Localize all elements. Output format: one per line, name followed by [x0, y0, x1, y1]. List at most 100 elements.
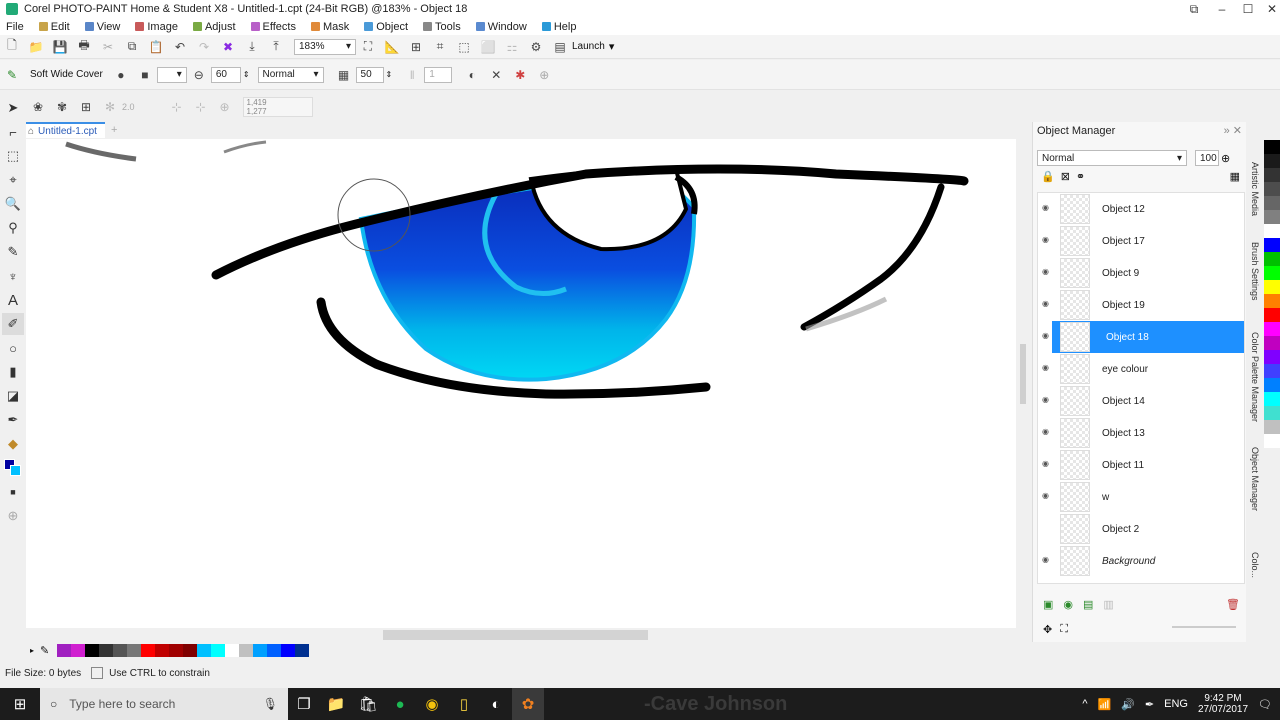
- pick-tool-icon[interactable]: ➤: [2, 97, 24, 119]
- new-group-icon[interactable]: ▤: [1083, 598, 1093, 611]
- color-strip-swatch[interactable]: [1264, 336, 1280, 350]
- clone-tool-icon[interactable]: ♆: [2, 265, 24, 287]
- square-nib-icon[interactable]: ■: [135, 65, 155, 85]
- eyedropper-icon[interactable]: ⚲: [2, 217, 24, 239]
- palette-swatch[interactable]: [267, 644, 282, 657]
- round-nib-icon[interactable]: ●: [111, 65, 131, 85]
- color-strip-swatch[interactable]: [1264, 154, 1280, 168]
- object-merge-mode-select[interactable]: Normal ▾: [1037, 150, 1187, 166]
- corel-connect-icon[interactable]: ✖: [218, 37, 238, 57]
- task-view-icon[interactable]: ❐: [288, 688, 320, 720]
- combine-icon[interactable]: ▥: [1103, 598, 1113, 611]
- menu-help[interactable]: Help: [536, 21, 586, 33]
- open-icon[interactable]: 📁: [26, 37, 46, 57]
- tab-brush-settings[interactable]: Brush Settings: [1248, 242, 1260, 301]
- color-strip-swatch[interactable]: [1264, 406, 1280, 420]
- taskbar-search[interactable]: ○ Type here to search 🎙: [40, 688, 288, 720]
- palette-swatch[interactable]: [85, 644, 100, 657]
- menu-adjust[interactable]: Adjust: [187, 21, 245, 33]
- color-strip-swatch[interactable]: [1264, 308, 1280, 322]
- notifications-icon[interactable]: 🗨: [1258, 698, 1272, 711]
- palette-swatch[interactable]: [71, 644, 86, 657]
- palette-swatch[interactable]: [197, 644, 212, 657]
- obs-icon[interactable]: ◐: [480, 688, 512, 720]
- add-tab-icon[interactable]: +: [111, 124, 117, 136]
- distribute-icon[interactable]: ⊹: [191, 97, 211, 117]
- redo-icon[interactable]: ↷: [194, 37, 214, 57]
- swap-colors-icon[interactable]: ■: [2, 481, 24, 503]
- color-strip-swatch[interactable]: [1264, 420, 1280, 434]
- horizontal-scrollbar[interactable]: [26, 628, 1030, 642]
- print-icon[interactable]: 🖶: [74, 37, 94, 57]
- menu-image[interactable]: Image: [129, 21, 187, 33]
- opacity-slider-icon[interactable]: ⊕: [1221, 152, 1230, 165]
- tab-untitled-1[interactable]: ⌂ Untitled-1.cpt: [24, 122, 105, 138]
- mask-marquee-icon[interactable]: ⬜: [478, 37, 498, 57]
- pan-icon[interactable]: ✥: [1043, 623, 1052, 636]
- gear-icon[interactable]: ⚙: [526, 37, 546, 57]
- fit-icon[interactable]: ⛶: [1060, 623, 1068, 636]
- color-strip-swatch[interactable]: [1264, 392, 1280, 406]
- palette-swatch[interactable]: [239, 644, 254, 657]
- text-tool-icon[interactable]: A: [2, 289, 24, 311]
- layer-row[interactable]: ◉ eye colour: [1038, 353, 1244, 385]
- launch-label[interactable]: Launch: [572, 41, 605, 52]
- zoom-combo[interactable]: 183% ▾: [294, 38, 356, 55]
- collapse-icon[interactable]: » ✕: [1224, 124, 1242, 137]
- color-strip-swatch[interactable]: [1264, 238, 1280, 252]
- microphone-icon[interactable]: 🎙: [263, 697, 278, 711]
- copy-icon[interactable]: ⧉: [122, 37, 142, 57]
- stroke-count-input[interactable]: 1: [424, 66, 453, 83]
- nib-size-stepper[interactable]: ⇕: [243, 70, 250, 79]
- visibility-eye-icon[interactable]: ◉: [1042, 427, 1054, 436]
- palette-swatch[interactable]: [211, 644, 226, 657]
- clip-mask-icon[interactable]: ⊠: [1061, 170, 1070, 183]
- palette-swatch[interactable]: [113, 644, 128, 657]
- visibility-eye-icon[interactable]: ◉: [1042, 299, 1054, 308]
- grid-icon[interactable]: ⊞: [406, 37, 426, 57]
- corel-icon[interactable]: ✿: [512, 688, 544, 720]
- palette-swatch[interactable]: [141, 644, 156, 657]
- thumbnail-size-slider[interactable]: [1172, 626, 1236, 628]
- paste-icon[interactable]: 📋: [146, 37, 166, 57]
- layer-row[interactable]: ◉ Object 18: [1042, 321, 1244, 353]
- launch-icon[interactable]: ▤: [550, 37, 570, 57]
- palette-swatch[interactable]: [295, 644, 310, 657]
- menu-tools[interactable]: Tools: [417, 21, 470, 33]
- export-icon[interactable]: ⤒: [266, 37, 286, 57]
- palette-scroll-left-icon[interactable]: ▸: [30, 646, 34, 655]
- layer-row[interactable]: ◉ Object 13: [1038, 417, 1244, 449]
- visibility-eye-icon[interactable]: ◉: [1042, 459, 1054, 468]
- add-tool-icon[interactable]: ⊕: [2, 505, 24, 527]
- tray-chevron-icon[interactable]: ^: [1082, 698, 1087, 710]
- menu-view[interactable]: View: [79, 21, 130, 33]
- file-explorer-icon[interactable]: 📁: [320, 688, 352, 720]
- lens-icon[interactable]: ✻: [100, 97, 120, 117]
- color-strip-swatch[interactable]: [1264, 378, 1280, 392]
- effect-tool-icon[interactable]: ◪: [2, 385, 24, 407]
- color-strip-swatch[interactable]: [1264, 210, 1280, 224]
- layer-row[interactable]: ◉ Object 12: [1038, 193, 1244, 225]
- undo-icon[interactable]: ↶: [170, 37, 190, 57]
- cut-icon[interactable]: ✂: [98, 37, 118, 57]
- stylus-settings-icon[interactable]: ✕: [486, 65, 506, 85]
- tab-object-manager[interactable]: Object Manager: [1248, 447, 1260, 511]
- color-strip-swatch[interactable]: [1264, 196, 1280, 210]
- color-strip-swatch[interactable]: [1264, 140, 1280, 154]
- tab-color[interactable]: Colo...: [1248, 552, 1260, 578]
- tab-artistic-media[interactable]: Artistic Media: [1248, 162, 1260, 216]
- windows-start-icon[interactable]: ⊞: [0, 688, 40, 720]
- menu-mask[interactable]: Mask: [305, 21, 358, 33]
- snap-icon[interactable]: ⬚: [454, 37, 474, 57]
- layer-row[interactable]: ◉ Object 17: [1038, 225, 1244, 257]
- color-strip-swatch[interactable]: [1264, 266, 1280, 280]
- horizontal-scroll-thumb[interactable]: [383, 630, 648, 640]
- guidelines-icon[interactable]: ⌗: [430, 37, 450, 57]
- new-lens-icon[interactable]: ◉: [1063, 598, 1073, 611]
- minimize-button[interactable]: –: [1208, 0, 1236, 18]
- color-strip-swatch[interactable]: [1264, 252, 1280, 266]
- transparency-input[interactable]: 50: [355, 66, 384, 83]
- layer-row[interactable]: ◉ w: [1038, 481, 1244, 513]
- trash-icon[interactable]: 🗑: [1226, 598, 1240, 611]
- brush-name[interactable]: Soft Wide Cover: [30, 69, 103, 80]
